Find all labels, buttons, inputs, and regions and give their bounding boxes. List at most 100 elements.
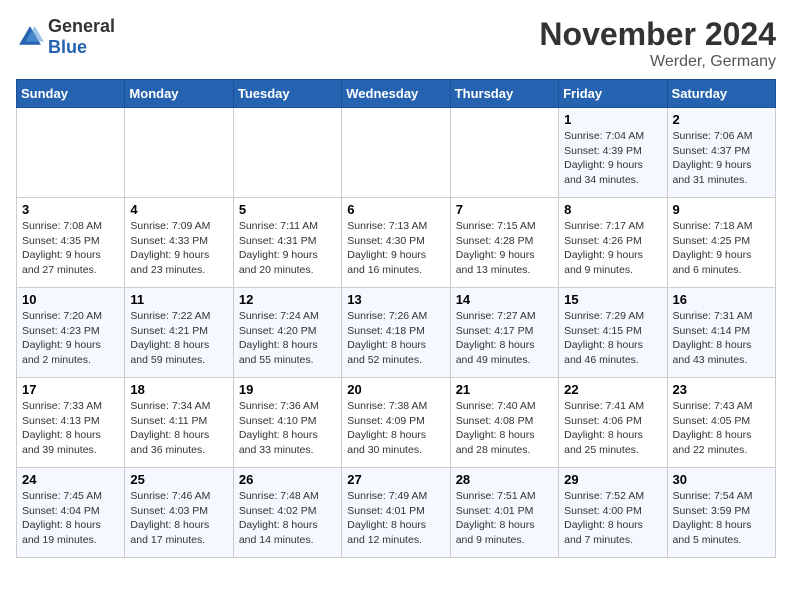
- calendar-cell: 2Sunrise: 7:06 AMSunset: 4:37 PMDaylight…: [667, 108, 775, 198]
- calendar-cell: [450, 108, 558, 198]
- week-row-4: 17 Sunrise: 7:33 AMSunset: 4:13 PMDayligh…: [17, 378, 776, 468]
- col-header-thursday: Thursday: [450, 80, 558, 108]
- day-number: 29: [564, 472, 661, 487]
- week-row-5: 24Sunrise: 7:45 AMSunset: 4:04 PMDayligh…: [17, 468, 776, 558]
- day-number: 8: [564, 202, 661, 217]
- day-info: Sunrise: 7:04 AMSunset: 4:39 PMDaylight:…: [564, 129, 661, 188]
- col-header-sunday: Sunday: [17, 80, 125, 108]
- day-info: Sunrise: 7:31 AMSunset: 4:14 PMDaylight:…: [673, 309, 770, 368]
- day-number: 25: [130, 472, 227, 487]
- day-number: 3: [22, 202, 119, 217]
- day-info: Sunrise: 7:38 AMSunset: 4:09 PMDaylight:…: [347, 399, 444, 458]
- day-info: Sunrise: 7:33 AMSunset: 4:13 PMDaylight:…: [22, 399, 119, 458]
- calendar-cell: 26Sunrise: 7:48 AMSunset: 4:02 PMDayligh…: [233, 468, 341, 558]
- day-info: Sunrise: 7:18 AMSunset: 4:25 PMDaylight:…: [673, 219, 770, 278]
- day-number: 7: [456, 202, 553, 217]
- day-number: 20: [347, 382, 444, 397]
- day-info: Sunrise: 7:29 AMSunset: 4:15 PMDaylight:…: [564, 309, 661, 368]
- calendar-cell: 30Sunrise: 7:54 AMSunset: 3:59 PMDayligh…: [667, 468, 775, 558]
- calendar-cell: 15 Sunrise: 7:29 AMSunset: 4:15 PMDayligh…: [559, 288, 667, 378]
- calendar-cell: 13Sunrise: 7:26 AMSunset: 4:18 PMDayligh…: [342, 288, 450, 378]
- calendar-cell: 9 Sunrise: 7:18 AMSunset: 4:25 PMDaylight…: [667, 198, 775, 288]
- day-info: Sunrise: 7:17 AMSunset: 4:26 PMDaylight:…: [564, 219, 661, 278]
- day-info: Sunrise: 7:27 AMSunset: 4:17 PMDaylight:…: [456, 309, 553, 368]
- month-title: November 2024: [539, 16, 776, 53]
- logo-general-text: General: [48, 16, 115, 36]
- calendar-cell: 7Sunrise: 7:15 AMSunset: 4:28 PMDaylight…: [450, 198, 558, 288]
- day-info: Sunrise: 7:51 AMSunset: 4:01 PMDaylight:…: [456, 489, 553, 548]
- day-info: Sunrise: 7:24 AMSunset: 4:20 PMDaylight:…: [239, 309, 336, 368]
- day-info: Sunrise: 7:41 AMSunset: 4:06 PMDaylight:…: [564, 399, 661, 458]
- logo-blue-text: Blue: [48, 37, 87, 57]
- calendar-cell: 23Sunrise: 7:43 AMSunset: 4:05 PMDayligh…: [667, 378, 775, 468]
- day-number: 4: [130, 202, 227, 217]
- day-number: 17: [22, 382, 119, 397]
- day-number: 14: [456, 292, 553, 307]
- calendar-cell: 27 Sunrise: 7:49 AMSunset: 4:01 PMDayligh…: [342, 468, 450, 558]
- day-number: 26: [239, 472, 336, 487]
- calendar-cell: 14 Sunrise: 7:27 AMSunset: 4:17 PMDayligh…: [450, 288, 558, 378]
- day-info: Sunrise: 7:46 AMSunset: 4:03 PMDaylight:…: [130, 489, 227, 548]
- day-number: 1: [564, 112, 661, 127]
- calendar-cell: 1 Sunrise: 7:04 AMSunset: 4:39 PMDaylight…: [559, 108, 667, 198]
- calendar-cell: [342, 108, 450, 198]
- day-number: 15: [564, 292, 661, 307]
- day-number: 6: [347, 202, 444, 217]
- calendar-cell: [233, 108, 341, 198]
- col-header-friday: Friday: [559, 80, 667, 108]
- logo: General Blue: [16, 16, 115, 58]
- day-number: 23: [673, 382, 770, 397]
- calendar-cell: 22 Sunrise: 7:41 AMSunset: 4:06 PMDayligh…: [559, 378, 667, 468]
- calendar-cell: 12Sunrise: 7:24 AMSunset: 4:20 PMDayligh…: [233, 288, 341, 378]
- day-number: 16: [673, 292, 770, 307]
- day-number: 28: [456, 472, 553, 487]
- day-number: 11: [130, 292, 227, 307]
- day-info: Sunrise: 7:26 AMSunset: 4:18 PMDaylight:…: [347, 309, 444, 368]
- calendar-cell: 20 Sunrise: 7:38 AMSunset: 4:09 PMDayligh…: [342, 378, 450, 468]
- day-info: Sunrise: 7:11 AMSunset: 4:31 PMDaylight:…: [239, 219, 336, 278]
- week-row-1: 1 Sunrise: 7:04 AMSunset: 4:39 PMDaylight…: [17, 108, 776, 198]
- col-header-tuesday: Tuesday: [233, 80, 341, 108]
- week-row-3: 10 Sunrise: 7:20 AMSunset: 4:23 PMDayligh…: [17, 288, 776, 378]
- day-info: Sunrise: 7:09 AMSunset: 4:33 PMDaylight:…: [130, 219, 227, 278]
- calendar-cell: 25 Sunrise: 7:46 AMSunset: 4:03 PMDayligh…: [125, 468, 233, 558]
- day-info: Sunrise: 7:20 AMSunset: 4:23 PMDaylight:…: [22, 309, 119, 368]
- day-number: 27: [347, 472, 444, 487]
- day-number: 5: [239, 202, 336, 217]
- day-number: 10: [22, 292, 119, 307]
- calendar-cell: [17, 108, 125, 198]
- day-info: Sunrise: 7:22 AMSunset: 4:21 PMDaylight:…: [130, 309, 227, 368]
- calendar-cell: 21 Sunrise: 7:40 AMSunset: 4:08 PMDayligh…: [450, 378, 558, 468]
- day-info: Sunrise: 7:13 AMSunset: 4:30 PMDaylight:…: [347, 219, 444, 278]
- header: General Blue November 2024 Werder, Germa…: [16, 16, 776, 71]
- calendar-cell: 18Sunrise: 7:34 AMSunset: 4:11 PMDayligh…: [125, 378, 233, 468]
- calendar-cell: 3 Sunrise: 7:08 AMSunset: 4:35 PMDaylight…: [17, 198, 125, 288]
- title-area: November 2024 Werder, Germany: [539, 16, 776, 71]
- day-number: 21: [456, 382, 553, 397]
- calendar-cell: 6 Sunrise: 7:13 AMSunset: 4:30 PMDaylight…: [342, 198, 450, 288]
- day-info: Sunrise: 7:34 AMSunset: 4:11 PMDaylight:…: [130, 399, 227, 458]
- calendar-cell: 5 Sunrise: 7:11 AMSunset: 4:31 PMDaylight…: [233, 198, 341, 288]
- calendar-cell: 8 Sunrise: 7:17 AMSunset: 4:26 PMDaylight…: [559, 198, 667, 288]
- calendar-cell: [125, 108, 233, 198]
- calendar-cell: 17 Sunrise: 7:33 AMSunset: 4:13 PMDayligh…: [17, 378, 125, 468]
- day-number: 9: [673, 202, 770, 217]
- day-info: Sunrise: 7:49 AMSunset: 4:01 PMDaylight:…: [347, 489, 444, 548]
- day-info: Sunrise: 7:08 AMSunset: 4:35 PMDaylight:…: [22, 219, 119, 278]
- day-number: 22: [564, 382, 661, 397]
- day-number: 2: [673, 112, 770, 127]
- calendar-cell: 19Sunrise: 7:36 AMSunset: 4:10 PMDayligh…: [233, 378, 341, 468]
- col-header-monday: Monday: [125, 80, 233, 108]
- calendar-cell: 28 Sunrise: 7:51 AMSunset: 4:01 PMDayligh…: [450, 468, 558, 558]
- calendar-header: SundayMondayTuesdayWednesdayThursdayFrid…: [17, 80, 776, 108]
- day-info: Sunrise: 7:45 AMSunset: 4:04 PMDaylight:…: [22, 489, 119, 548]
- day-number: 19: [239, 382, 336, 397]
- week-row-2: 3 Sunrise: 7:08 AMSunset: 4:35 PMDaylight…: [17, 198, 776, 288]
- calendar-cell: 29Sunrise: 7:52 AMSunset: 4:00 PMDayligh…: [559, 468, 667, 558]
- day-info: Sunrise: 7:40 AMSunset: 4:08 PMDaylight:…: [456, 399, 553, 458]
- col-header-wednesday: Wednesday: [342, 80, 450, 108]
- calendar-cell: 10 Sunrise: 7:20 AMSunset: 4:23 PMDayligh…: [17, 288, 125, 378]
- calendar-cell: 11 Sunrise: 7:22 AMSunset: 4:21 PMDayligh…: [125, 288, 233, 378]
- calendar-cell: 24Sunrise: 7:45 AMSunset: 4:04 PMDayligh…: [17, 468, 125, 558]
- col-header-saturday: Saturday: [667, 80, 775, 108]
